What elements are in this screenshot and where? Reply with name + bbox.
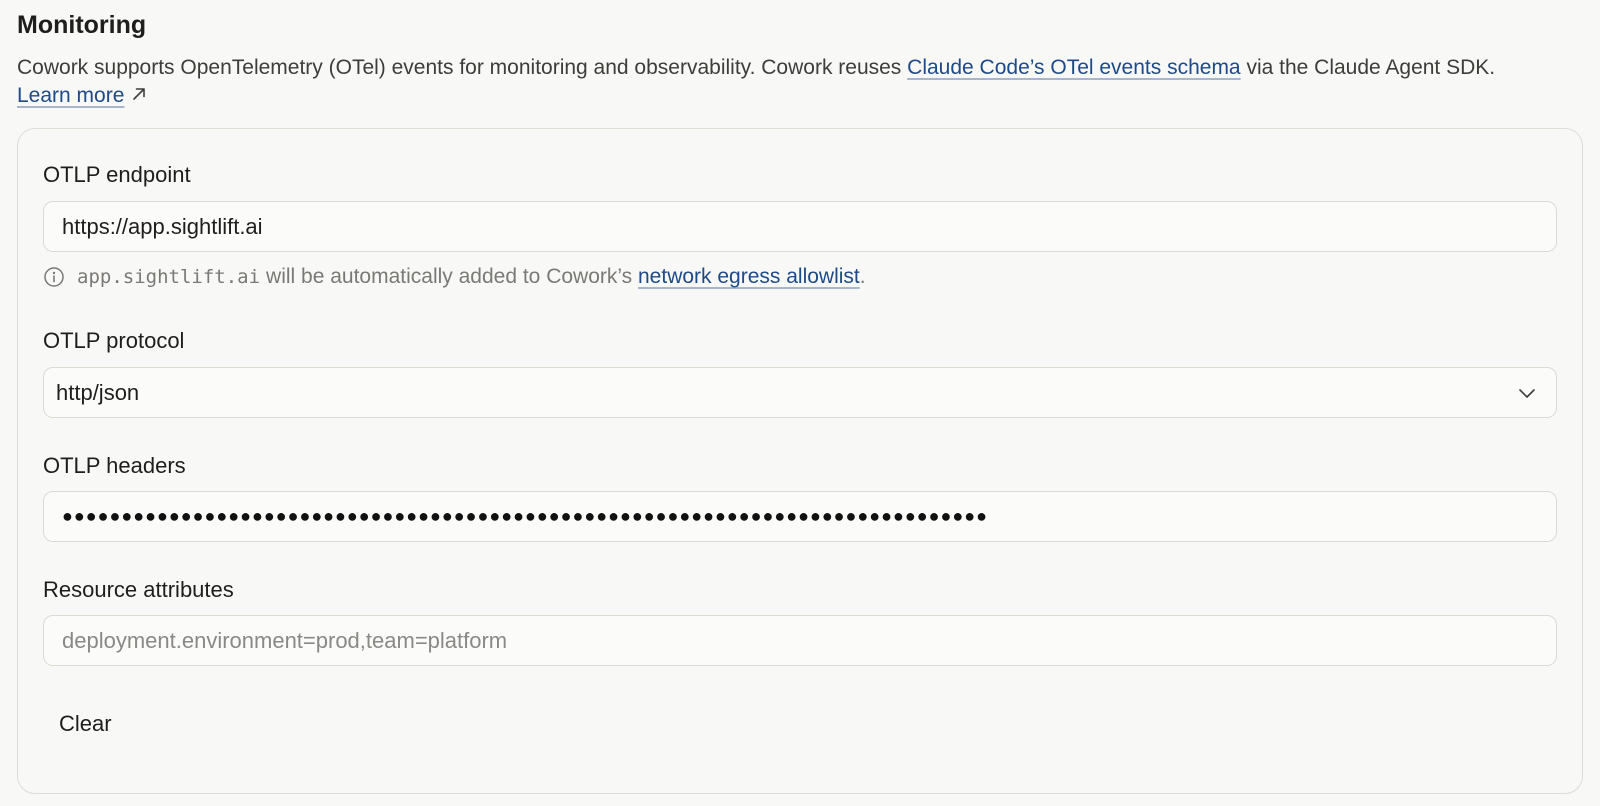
hint-end: . xyxy=(859,265,866,288)
endpoint-input[interactable]: https://app.sightlift.ai xyxy=(43,201,1557,252)
chevron-down-icon xyxy=(1519,388,1535,398)
hint-domain: app.sightlift.ai xyxy=(77,266,261,288)
learn-more-link[interactable]: Learn more xyxy=(17,84,124,107)
hint-text: will be automatically added to Cowork’s xyxy=(266,265,638,288)
resource-attributes-label: Resource attributes xyxy=(43,577,234,602)
monitoring-section: Monitoring Cowork supports OpenTelemetry… xyxy=(0,0,1600,806)
section-description: Cowork supports OpenTelemetry (OTel) eve… xyxy=(17,54,1587,110)
otel-settings-card: OTLP endpoint https://app.sightlift.ai a… xyxy=(17,128,1583,794)
protocol-value: http/json xyxy=(56,379,140,405)
section-title: Monitoring xyxy=(17,11,147,39)
resource-attributes-input[interactable]: deployment.environment=prod,team=platfor… xyxy=(43,615,1557,666)
clear-button[interactable]: Clear xyxy=(43,699,128,749)
endpoint-label: OTLP endpoint xyxy=(43,162,191,187)
description-suffix: via the Claude Agent SDK. xyxy=(1240,56,1496,79)
learn-more-label: Learn more xyxy=(17,84,125,107)
otel-schema-link[interactable]: Claude Code’s OTel events schema xyxy=(907,56,1240,79)
info-icon xyxy=(44,267,64,287)
endpoint-hint: app.sightlift.ai will be automatically a… xyxy=(43,263,866,291)
headers-input[interactable]: ●●●●●●●●●●●●●●●●●●●●●●●●●●●●●●●●●●●●●●●●… xyxy=(43,491,1557,542)
egress-allowlist-link[interactable]: network egress allowlist xyxy=(638,263,860,291)
external-link-icon xyxy=(133,88,146,100)
description-prefix: Cowork supports OpenTelemetry (OTel) eve… xyxy=(17,56,908,79)
protocol-select[interactable]: http/json xyxy=(43,367,1557,418)
protocol-label: OTLP protocol xyxy=(43,328,185,353)
headers-label: OTLP headers xyxy=(43,453,186,478)
